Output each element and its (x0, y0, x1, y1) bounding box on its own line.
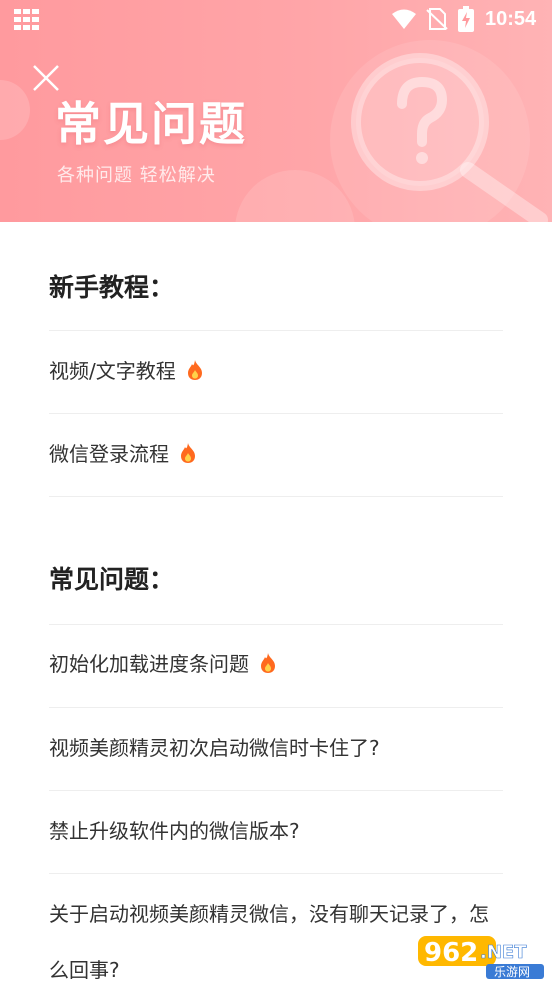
divider (49, 330, 503, 331)
fire-icon (181, 442, 195, 463)
wifi-icon (392, 9, 416, 29)
faq-content: 新手教程： 视频/文字教程 微信登录流程 常见问题： 初始化加载进度条问题 视频… (0, 222, 552, 983)
fire-icon (261, 652, 275, 673)
section-title-faq: 常见问题： (49, 565, 175, 594)
divider (49, 413, 503, 414)
list-item-wechat-login[interactable]: 微信登录流程 (49, 438, 503, 467)
list-item-label: 禁止升级软件内的微信版本? (49, 819, 300, 843)
list-item-video-text-tutorial[interactable]: 视频/文字教程 (49, 355, 503, 384)
fire-icon (187, 359, 202, 380)
list-item-stuck-on-launch[interactable]: 视频美颜精灵初次启动微信时卡住了? (49, 732, 503, 761)
status-bar: 10:54 (0, 0, 552, 40)
app-grid-icon (14, 9, 39, 30)
list-item-label: 初始化加载进度条问题 (49, 652, 249, 676)
status-time: 10:54 (485, 8, 537, 30)
list-item-label: 微信登录流程 (49, 442, 169, 466)
watermark-tld: .NET (480, 942, 527, 963)
page-title: 常见问题 (55, 97, 247, 151)
list-item-no-upgrade-wechat[interactable]: 禁止升级软件内的微信版本? (49, 815, 503, 844)
list-item-label: 视频美颜精灵初次启动微信时卡住了? (49, 736, 380, 760)
divider (49, 707, 503, 708)
list-item-init-progress[interactable]: 初始化加载进度条问题 (49, 648, 503, 677)
divider (49, 873, 503, 874)
watermark-site: 乐游网 (494, 965, 530, 979)
no-sim-icon (426, 8, 448, 30)
divider (49, 624, 503, 625)
divider (49, 496, 503, 497)
question-magnifier-icon (351, 53, 548, 222)
divider (49, 790, 503, 791)
page-subtitle: 各种问题 轻松解决 (57, 165, 216, 186)
battery-charging-icon (458, 6, 474, 32)
section-title-tutorial: 新手教程： (49, 273, 175, 302)
decor-bubble (0, 80, 30, 140)
list-item-label: 视频/文字教程 (49, 359, 176, 383)
page-header: 10:54 常见问题 各种问题 轻松解决 (0, 0, 552, 222)
watermark-number: 962 (424, 938, 478, 968)
site-watermark-logo: 962 .NET 乐游网 (418, 936, 544, 979)
